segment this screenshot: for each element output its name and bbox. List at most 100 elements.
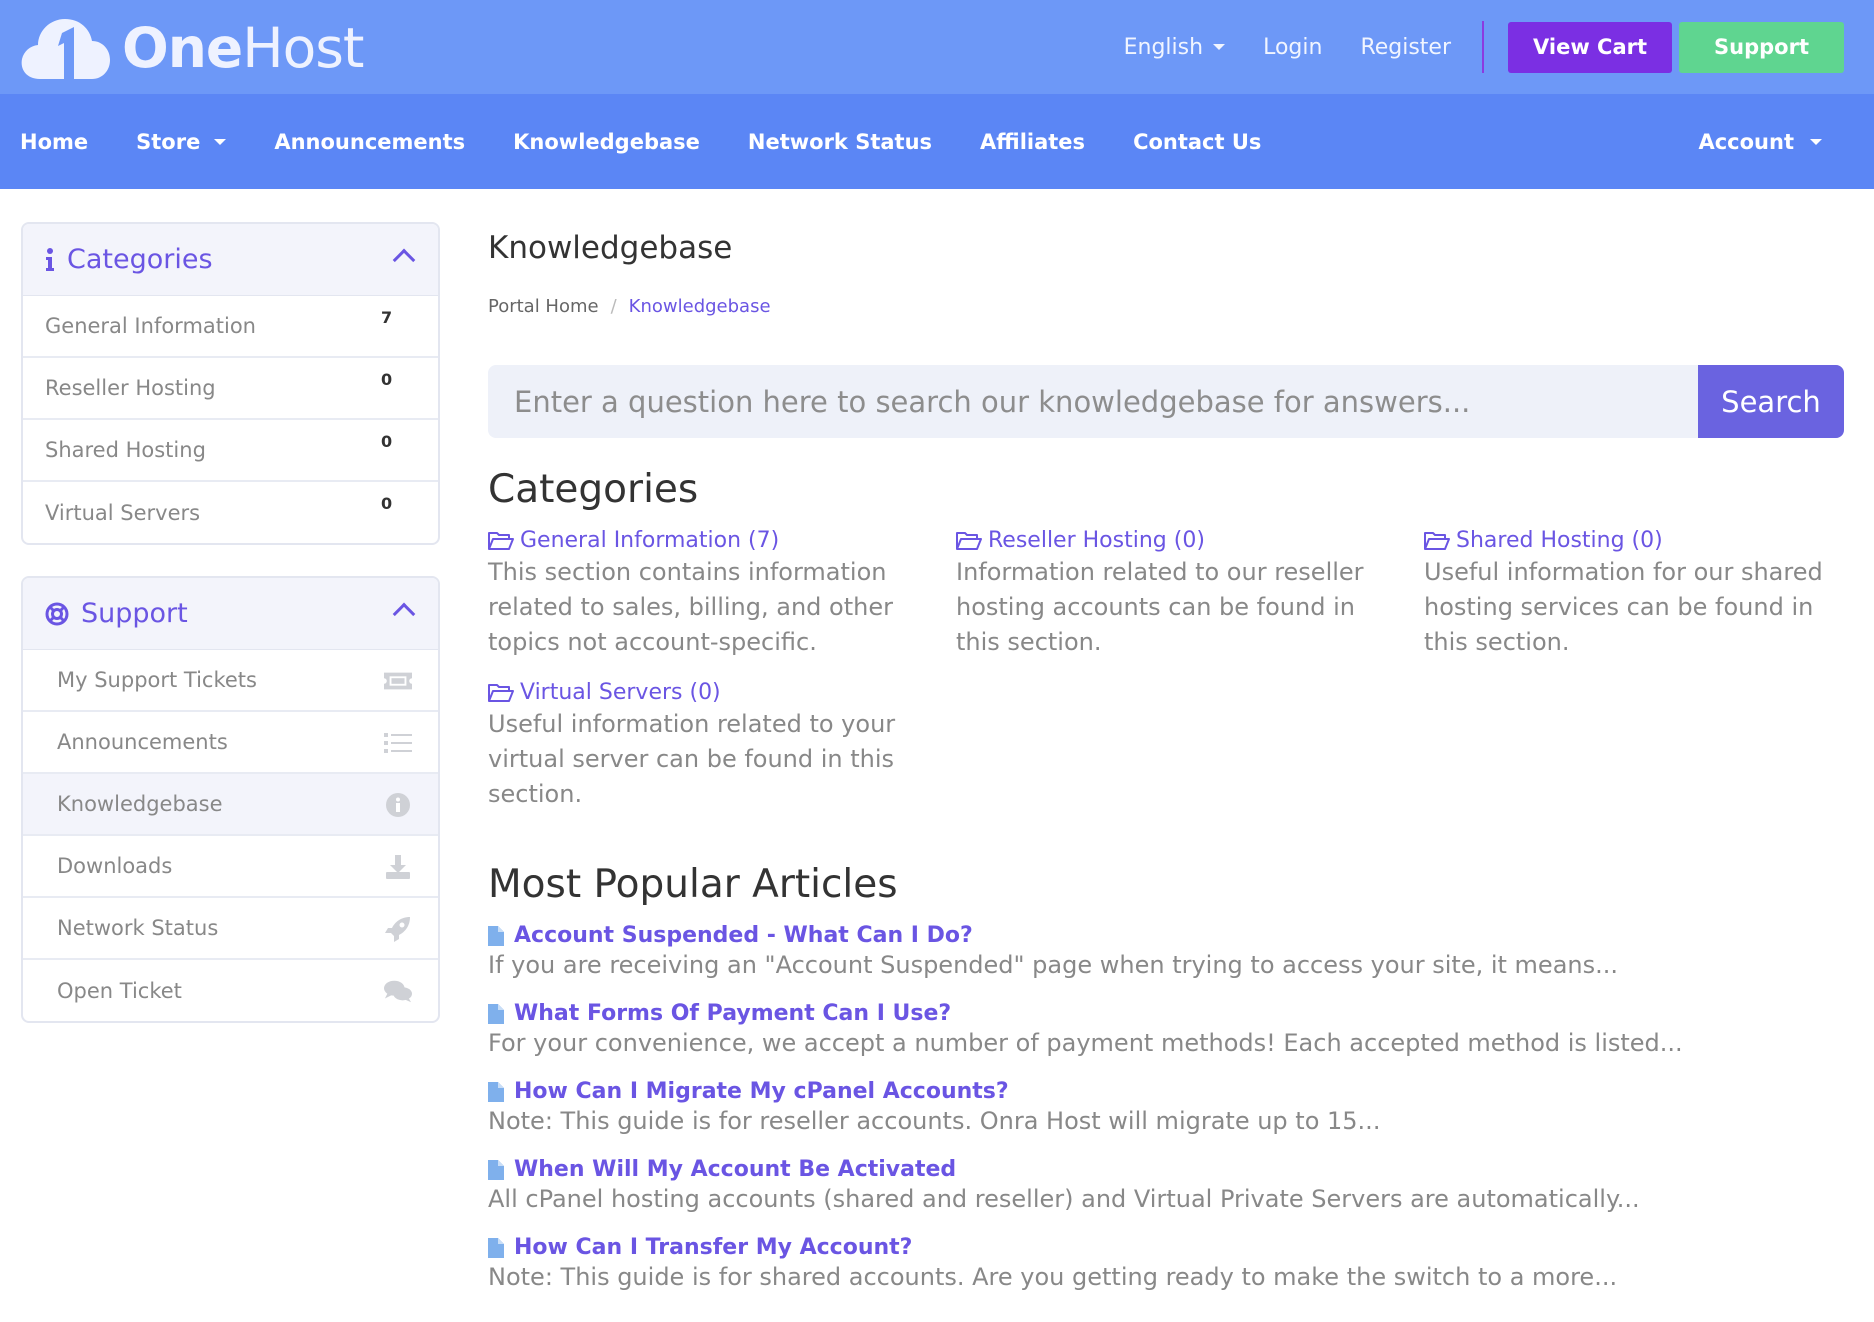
article-item: When Will My Account Be Activated All cP…	[488, 1157, 1844, 1213]
file-icon	[488, 1159, 504, 1180]
category-description: Information related to our reseller host…	[956, 558, 1364, 656]
sidebar-category-reseller-hosting[interactable]: Reseller Hosting 0	[23, 358, 438, 420]
article-link[interactable]: Account Suspended - What Can I Do?	[488, 923, 1844, 948]
knowledgebase-search: Search	[488, 365, 1844, 438]
article-item: Account Suspended - What Can I Do? If yo…	[488, 923, 1844, 979]
nav-network-status[interactable]: Network Status	[724, 94, 956, 189]
category-card: Shared Hosting (0) Useful information fo…	[1424, 528, 1844, 660]
article-title: How Can I Transfer My Account?	[514, 1235, 913, 1260]
popular-articles-heading: Most Popular Articles	[488, 862, 898, 907]
page-title: Knowledgebase	[488, 230, 733, 266]
sidebar-category-label: General Information	[45, 314, 256, 338]
category-count-badge: 0	[381, 370, 393, 389]
nav-home[interactable]: Home	[0, 94, 112, 189]
categories-panel-header[interactable]: Categories	[23, 224, 438, 296]
article-excerpt: For your convenience, we accept a number…	[488, 1029, 1683, 1057]
sidebar-category-shared-hosting[interactable]: Shared Hosting 0	[23, 420, 438, 482]
sidebar-item-my-support-tickets[interactable]: My Support Tickets	[23, 650, 438, 712]
sidebar-category-virtual-servers[interactable]: Virtual Servers 0	[23, 482, 438, 543]
sidebar-category-label: Shared Hosting	[45, 438, 206, 462]
ticket-icon	[384, 668, 412, 694]
breadcrumb-separator: /	[610, 296, 617, 317]
list-icon	[384, 730, 412, 756]
search-button[interactable]: Search	[1698, 365, 1844, 438]
rocket-icon	[384, 916, 412, 942]
article-link[interactable]: When Will My Account Be Activated	[488, 1157, 1844, 1182]
category-description: Useful information related to your virtu…	[488, 710, 896, 808]
caret-down-icon	[1810, 138, 1822, 145]
lifebuoy-icon	[45, 602, 69, 625]
article-title: What Forms Of Payment Can I Use?	[514, 1001, 952, 1026]
nav-account[interactable]: Account	[1674, 94, 1846, 189]
main-nav: Home Store Announcements Knowledgebase N…	[0, 94, 1874, 189]
sidebar-item-announcements[interactable]: Announcements	[23, 712, 438, 774]
sidebar-item-label: My Support Tickets	[57, 668, 257, 692]
article-link[interactable]: What Forms Of Payment Can I Use?	[488, 1001, 1844, 1026]
sidebar-item-network-status[interactable]: Network Status	[23, 898, 438, 960]
chevron-up-icon[interactable]	[392, 602, 416, 626]
category-link-label: Reseller Hosting (0)	[988, 528, 1205, 553]
nav-account-label: Account	[1698, 129, 1794, 154]
language-dropdown[interactable]: English	[1124, 35, 1226, 60]
support-panel-header[interactable]: Support	[23, 578, 438, 650]
nav-affiliates[interactable]: Affiliates	[956, 94, 1109, 189]
sidebar-item-label: Knowledgebase	[57, 792, 223, 816]
folder-open-icon	[488, 531, 514, 550]
category-count-badge: 0	[381, 494, 393, 513]
sidebar-item-downloads[interactable]: Downloads	[23, 836, 438, 898]
sidebar-category-general-information[interactable]: General Information 7	[23, 296, 438, 358]
categories-heading: Categories	[488, 467, 699, 512]
categories-panel-title: Categories	[67, 244, 213, 275]
category-card: Reseller Hosting (0) Information related…	[956, 528, 1376, 660]
article-excerpt: Note: This guide is for reseller account…	[488, 1107, 1381, 1135]
cloud-logo-icon	[21, 19, 110, 79]
category-link[interactable]: Reseller Hosting (0)	[956, 528, 1376, 553]
file-icon	[488, 1237, 504, 1258]
category-link[interactable]: Virtual Servers (0)	[488, 680, 908, 705]
article-item: How Can I Migrate My cPanel Accounts? No…	[488, 1079, 1844, 1135]
category-link[interactable]: Shared Hosting (0)	[1424, 528, 1844, 553]
register-link[interactable]: Register	[1360, 35, 1451, 60]
category-link[interactable]: General Information (7)	[488, 528, 908, 553]
nav-store[interactable]: Store	[112, 94, 250, 189]
file-icon	[488, 1081, 504, 1102]
breadcrumb-current: Knowledgebase	[628, 296, 771, 317]
category-card: General Information (7) This section con…	[488, 528, 908, 660]
view-cart-button[interactable]: View Cart	[1508, 21, 1673, 73]
nav-contact-us[interactable]: Contact Us	[1109, 94, 1285, 189]
category-description: Useful information for our shared hostin…	[1424, 558, 1823, 656]
logo[interactable]: OneHost	[20, 12, 364, 84]
category-card: Virtual Servers (0) Useful information r…	[488, 680, 908, 812]
folder-open-icon	[956, 531, 982, 550]
article-item: What Forms Of Payment Can I Use? For you…	[488, 1001, 1844, 1057]
info-icon	[46, 247, 54, 271]
download-icon	[384, 854, 412, 880]
comments-icon	[384, 978, 412, 1004]
category-link-label: General Information (7)	[520, 528, 780, 553]
sidebar-item-label: Open Ticket	[57, 979, 182, 1003]
article-link[interactable]: How Can I Transfer My Account?	[488, 1235, 1844, 1260]
chevron-up-icon[interactable]	[392, 248, 416, 272]
categories-panel: Categories General Information 7 Reselle…	[21, 222, 440, 545]
article-item: How Can I Transfer My Account? Note: Thi…	[488, 1235, 1844, 1291]
login-link[interactable]: Login	[1263, 35, 1322, 60]
article-link[interactable]: How Can I Migrate My cPanel Accounts?	[488, 1079, 1844, 1104]
category-link-label: Shared Hosting (0)	[1456, 528, 1663, 553]
sidebar-category-label: Reseller Hosting	[45, 376, 216, 400]
breadcrumb-home-link[interactable]: Portal Home	[488, 296, 599, 317]
article-title: How Can I Migrate My cPanel Accounts?	[514, 1079, 1009, 1104]
support-panel-title: Support	[81, 598, 188, 629]
sidebar-category-label: Virtual Servers	[45, 501, 201, 525]
nav-announcements[interactable]: Announcements	[250, 94, 489, 189]
support-button[interactable]: Support	[1679, 21, 1844, 73]
file-icon	[488, 925, 504, 946]
support-panel: Support My Support Tickets Announcements…	[21, 576, 440, 1023]
sidebar-item-label: Downloads	[57, 854, 173, 878]
search-input[interactable]	[488, 365, 1698, 438]
sidebar-item-knowledgebase[interactable]: Knowledgebase	[23, 774, 438, 836]
sidebar-item-label: Announcements	[57, 730, 228, 754]
nav-knowledgebase[interactable]: Knowledgebase	[489, 94, 724, 189]
top-links: English Login Register View Cart Support	[1105, 0, 1844, 94]
folder-open-icon	[1424, 531, 1450, 550]
sidebar-item-open-ticket[interactable]: Open Ticket	[23, 960, 438, 1021]
